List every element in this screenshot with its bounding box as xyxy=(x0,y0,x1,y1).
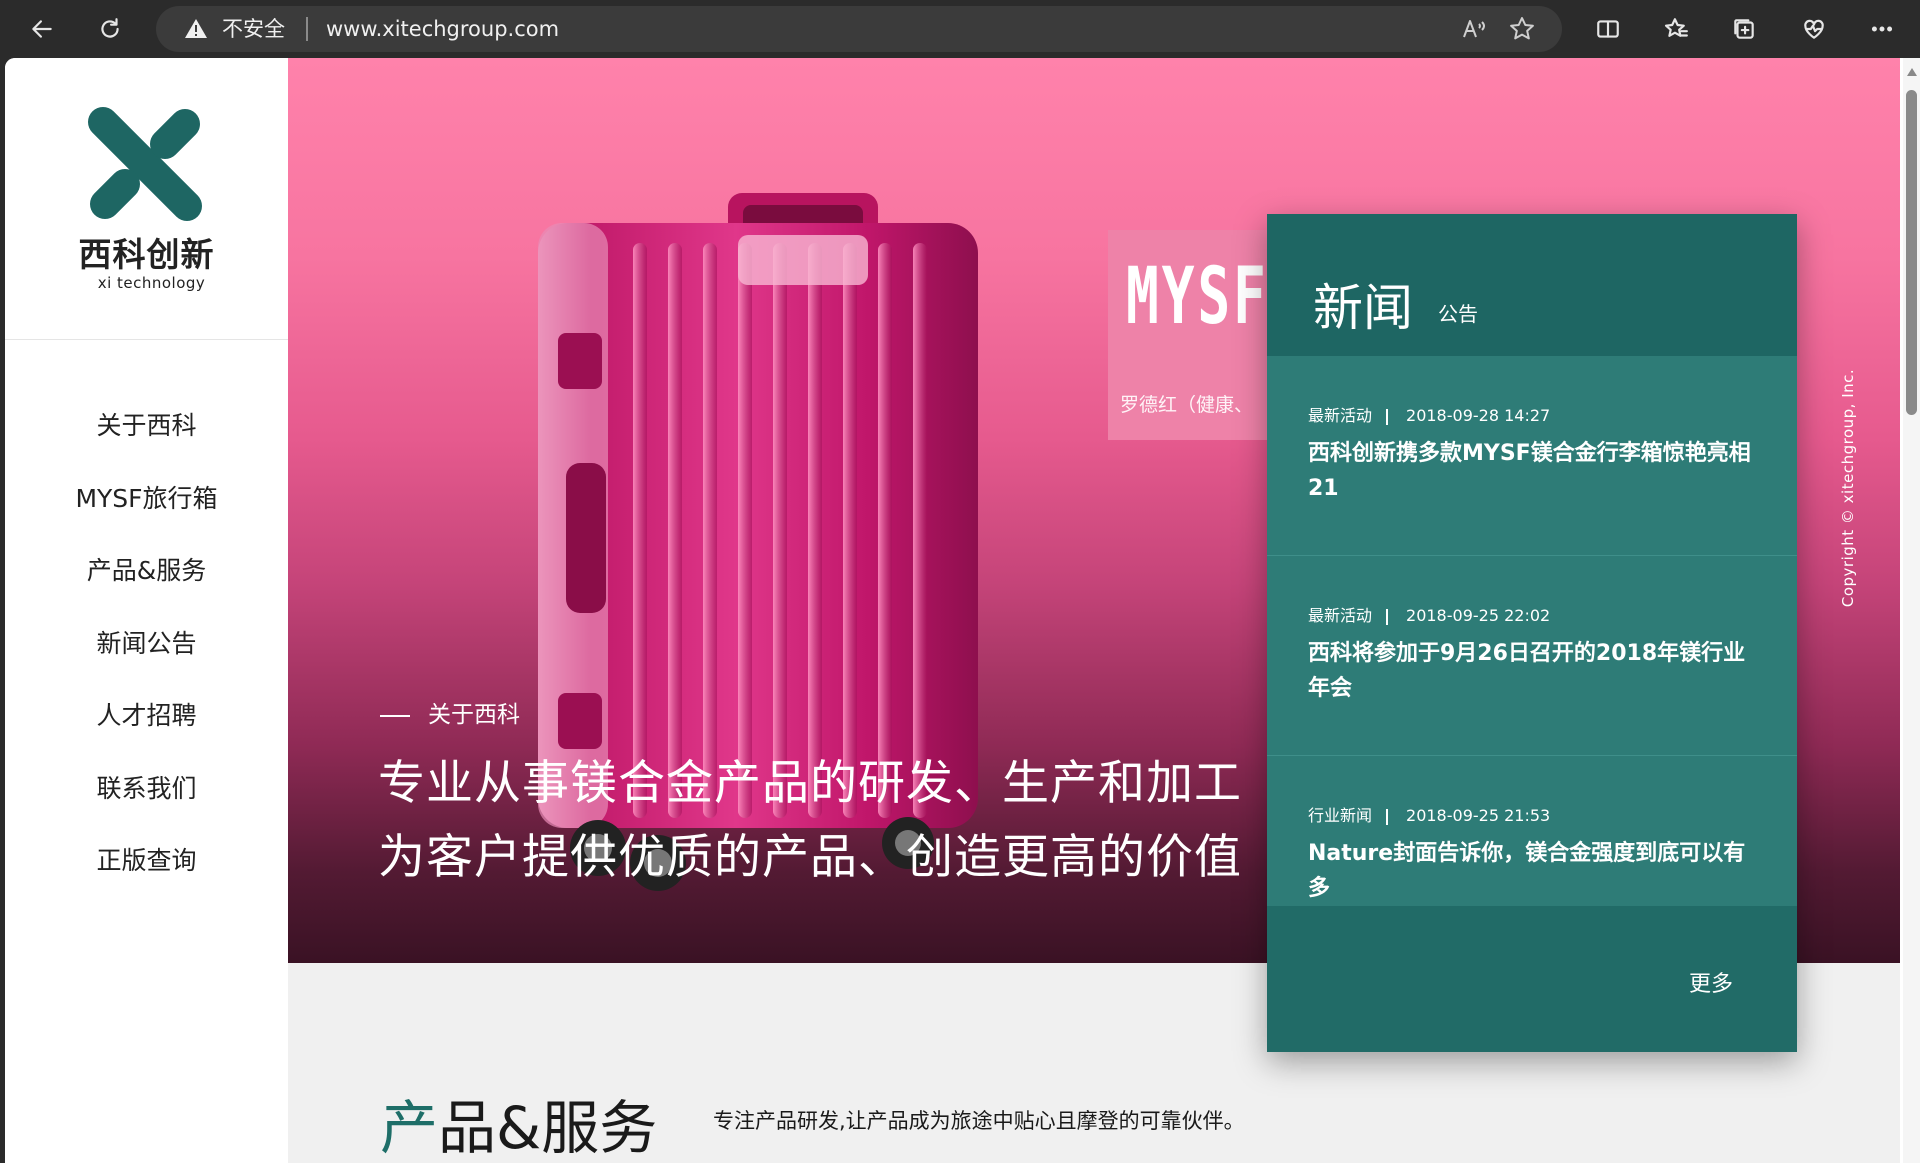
arrow-left-icon xyxy=(32,20,52,38)
news-meta: 行业新闻 2018-09-25 21:53 xyxy=(1308,802,1550,826)
nav-item-careers[interactable]: 人才招聘 xyxy=(5,700,288,773)
news-header: 新闻 公告 xyxy=(1267,214,1797,356)
more-menu-button[interactable] xyxy=(1864,11,1900,47)
collections-icon xyxy=(1734,19,1754,39)
hero-tagline-2: 为客户提供优质的产品、创造更高的价值 xyxy=(378,830,1242,885)
collections-button[interactable] xyxy=(1726,11,1762,47)
hero-section-label[interactable]: 关于西科 xyxy=(380,695,520,729)
browser-essentials-button[interactable] xyxy=(1796,11,1832,47)
main-nav: 关于西科 MYSF旅行箱 产品&服务 新闻公告 人才招聘 联系我们 正版查询 xyxy=(5,410,288,918)
nav-item-mysf-luggage[interactable]: MYSF旅行箱 xyxy=(5,483,288,556)
favorite-star-icon[interactable] xyxy=(1508,15,1536,43)
xi-logo-icon[interactable] xyxy=(85,104,205,224)
more-dots-icon xyxy=(1871,26,1893,32)
news-tab-news[interactable]: 新闻 xyxy=(1313,268,1413,340)
news-headline[interactable]: Nature封面告诉你，镁合金强度到底可以有多 xyxy=(1308,836,1758,906)
browser-toolbar: 不安全 www.xitechgroup.com xyxy=(0,0,1920,58)
refresh-icon xyxy=(101,18,119,38)
split-screen-button[interactable] xyxy=(1590,11,1626,47)
address-separator xyxy=(306,17,308,41)
favorites-button[interactable] xyxy=(1658,11,1694,47)
warning-icon xyxy=(185,19,207,38)
news-meta: 最新活动 2018-09-25 22:02 xyxy=(1308,602,1550,626)
label-dash xyxy=(380,714,410,717)
sidebar: 西科创新 xi technology 关于西科 MYSF旅行箱 产品&服务 新闻… xyxy=(5,58,288,1163)
scroll-thumb[interactable] xyxy=(1906,90,1917,415)
news-more-link[interactable]: 更多 xyxy=(1689,966,1733,998)
services-description: 专注产品研发,让产品成为旅途中贴心且摩登的可靠伙伴。 xyxy=(713,1109,1245,1133)
news-tab-announcements[interactable]: 公告 xyxy=(1438,298,1478,327)
favorites-icon xyxy=(1664,18,1688,37)
split-screen-icon xyxy=(1597,20,1619,38)
meta-separator xyxy=(1386,808,1389,825)
hero-tagline-1: 专业从事镁合金产品的研发、生产和加工 xyxy=(378,756,1242,811)
nav-item-products-services[interactable]: 产品&服务 xyxy=(5,555,288,628)
scroll-up-arrow-icon[interactable] xyxy=(1907,68,1917,76)
brand-name: 西科创新 xyxy=(78,235,215,274)
services-title: 产品&服务 xyxy=(380,1081,657,1163)
mysf-logo: MYSF xyxy=(1126,252,1269,342)
news-category: 最新活动 xyxy=(1308,406,1373,425)
news-item[interactable]: 最新活动 2018-09-25 22:02 西科将参加于9月26日召开的2018年… xyxy=(1267,556,1797,756)
mysf-caption: 罗德红（健康、 xyxy=(1120,394,1254,416)
sidebar-divider xyxy=(5,339,288,340)
meta-separator xyxy=(1386,408,1389,425)
news-item[interactable]: 行业新闻 2018-09-25 21:53 Nature封面告诉你，镁合金强度到底… xyxy=(1267,756,1797,906)
news-date: 2018-09-25 21:53 xyxy=(1406,806,1551,825)
services-title-accent: 产 xyxy=(380,1094,439,1162)
back-button[interactable] xyxy=(24,11,60,47)
news-date: 2018-09-28 14:27 xyxy=(1406,406,1551,425)
services-title-rest: 品&服务 xyxy=(438,1094,658,1162)
news-list: 最新活动 2018-09-28 14:27 西科创新携多款MYSF镁合金行李箱惊艳… xyxy=(1267,356,1797,906)
news-date: 2018-09-25 22:02 xyxy=(1406,606,1551,625)
news-panel: 新闻 公告 最新活动 2018-09-28 14:27 西科创新携多款MYSF镁合… xyxy=(1267,214,1797,1052)
page-scrollbar[interactable] xyxy=(1903,58,1920,1163)
nav-item-about[interactable]: 关于西科 xyxy=(5,410,288,483)
nav-item-authenticity-check[interactable]: 正版查询 xyxy=(5,845,288,918)
news-category: 行业新闻 xyxy=(1308,806,1373,825)
refresh-button[interactable] xyxy=(92,11,128,47)
heart-pulse-icon xyxy=(1804,19,1824,39)
brand-subtitle: xi technology xyxy=(97,274,206,292)
hero-section-label-text: 关于西科 xyxy=(428,702,520,728)
url-text[interactable]: www.xitechgroup.com xyxy=(326,6,559,52)
news-item[interactable]: 最新活动 2018-09-28 14:27 西科创新携多款MYSF镁合金行李箱惊艳… xyxy=(1267,356,1797,556)
copyright-text: Copyright © xitechgroup, Inc. xyxy=(1839,368,1857,608)
meta-separator xyxy=(1386,608,1389,625)
page-viewport: 西科创新 xi technology 关于西科 MYSF旅行箱 产品&服务 新闻… xyxy=(5,58,1920,1163)
news-headline[interactable]: 西科将参加于9月26日召开的2018年镁行业年会 xyxy=(1308,636,1758,706)
news-category: 最新活动 xyxy=(1308,606,1373,625)
address-bar[interactable]: 不安全 www.xitechgroup.com xyxy=(156,6,1562,52)
news-meta: 最新活动 2018-09-28 14:27 xyxy=(1308,402,1550,426)
security-status[interactable]: 不安全 xyxy=(222,6,285,52)
read-aloud-icon[interactable] xyxy=(1460,15,1488,43)
nav-item-news[interactable]: 新闻公告 xyxy=(5,628,288,701)
news-headline[interactable]: 西科创新携多款MYSF镁合金行李箱惊艳亮相21 xyxy=(1308,436,1758,506)
nav-item-contact[interactable]: 联系我们 xyxy=(5,773,288,846)
